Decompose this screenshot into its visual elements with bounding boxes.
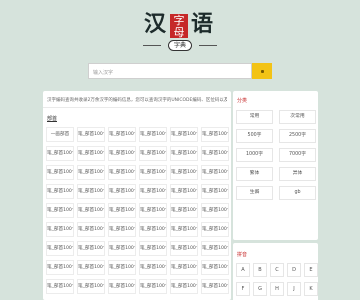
search-icon bbox=[260, 69, 264, 73]
radical-cell[interactable]: 笔_部首100个 bbox=[139, 146, 167, 161]
radical-cell[interactable]: 笔_部首100个 bbox=[139, 222, 167, 237]
radical-cell[interactable]: 笔_部首100个 bbox=[46, 203, 74, 218]
pinyin-letter[interactable]: G bbox=[253, 282, 267, 296]
radical-cell[interactable]: 笔_部首100个 bbox=[201, 127, 229, 142]
intro-text: 汉字编码查询共收录2万余汉字的编码信息，您可以查询汉字的UNICODE编码、区位… bbox=[47, 98, 227, 103]
radical-cell[interactable]: 笔_部首100个 bbox=[201, 184, 229, 199]
site-logo[interactable]: 汉 字母 语 字典 bbox=[141, 8, 219, 54]
radical-cell[interactable]: 笔_部首100个 bbox=[77, 146, 105, 161]
category-button[interactable]: 2500字 bbox=[279, 129, 316, 143]
radical-cell[interactable]: 笔_部首100个 bbox=[170, 127, 198, 142]
radical-cell[interactable]: 笔_部首100个 bbox=[170, 279, 198, 294]
radical-cell[interactable]: 笔_部首100个 bbox=[201, 203, 229, 218]
pinyin-grid: ABCDE FGHJK bbox=[236, 263, 318, 296]
logo-char-3: 语 bbox=[191, 11, 214, 37]
radical-cell[interactable]: 笔_部首100个 bbox=[201, 241, 229, 256]
pinyin-letter[interactable]: J bbox=[287, 282, 301, 296]
radical-cell[interactable]: 笔_部首100个 bbox=[108, 184, 136, 199]
category-button[interactable]: 次常用 bbox=[279, 110, 316, 124]
radical-cell[interactable]: 笔_部首100个 bbox=[46, 260, 74, 275]
pinyin-letter[interactable]: C bbox=[270, 263, 284, 277]
category-button[interactable]: 1000字 bbox=[236, 148, 273, 162]
radical-cell[interactable]: 笔_部首100个 bbox=[170, 146, 198, 161]
category-button[interactable]: 500字 bbox=[236, 129, 273, 143]
radical-cell[interactable]: 笔_部首100个 bbox=[77, 184, 105, 199]
search-input[interactable]: 输入汉字 bbox=[88, 63, 252, 79]
radical-cell[interactable]: 笔_部首100个 bbox=[46, 241, 74, 256]
category-button[interactable]: 常用 bbox=[236, 110, 273, 124]
radical-cell[interactable]: 笔_部首100个 bbox=[139, 184, 167, 199]
category-grid: 常用 次常用 500字 2500字 1000字 7000字 繁体 异体 生僻 gb bbox=[236, 110, 316, 200]
pinyin-letter[interactable]: E bbox=[304, 263, 318, 277]
logo-rule-right bbox=[199, 45, 217, 46]
radical-cell[interactable]: 笔_部首100个 bbox=[170, 203, 198, 218]
radical-cell[interactable]: 笔_部首100个 bbox=[170, 184, 198, 199]
category-button[interactable]: 繁体 bbox=[236, 167, 273, 181]
category-button[interactable]: gb bbox=[279, 186, 316, 200]
radical-cell[interactable]: 笔_部首100个 bbox=[139, 127, 167, 142]
pinyin-letter[interactable]: A bbox=[236, 263, 250, 277]
radical-cell[interactable]: 笔_部首100个 bbox=[108, 260, 136, 275]
radical-cell[interactable]: 笔_部首100个 bbox=[139, 279, 167, 294]
radical-cell[interactable]: 笔_部首100个 bbox=[108, 127, 136, 142]
radical-cell[interactable]: 笔_部首100个 bbox=[46, 279, 74, 294]
pinyin-letter[interactable]: F bbox=[236, 282, 250, 296]
radical-cell[interactable]: 笔_部首100个 bbox=[139, 165, 167, 180]
radical-cell[interactable]: 笔_部首100个 bbox=[170, 165, 198, 180]
radical-cell[interactable]: 一画部首 bbox=[46, 127, 74, 142]
logo-rule-left bbox=[143, 45, 161, 46]
radical-cell[interactable]: 笔_部首100个 bbox=[108, 241, 136, 256]
category-button[interactable]: 生僻 bbox=[236, 186, 273, 200]
radical-cell[interactable]: 笔_部首100个 bbox=[108, 165, 136, 180]
radical-cell[interactable]: 笔_部首100个 bbox=[77, 241, 105, 256]
main-panel: 汉字编码查询共收录2万余汉字的编码信息，您可以查询汉字的UNICODE编码、区位… bbox=[43, 91, 231, 300]
radical-cell[interactable]: 笔_部首100个 bbox=[201, 260, 229, 275]
search-button[interactable] bbox=[252, 63, 272, 79]
pinyin-letter[interactable]: H bbox=[270, 282, 284, 296]
radical-cell[interactable]: 笔_部首100个 bbox=[170, 222, 198, 237]
radical-cell[interactable]: 笔_部首100个 bbox=[139, 241, 167, 256]
radical-cell[interactable]: 笔_部首100个 bbox=[46, 222, 74, 237]
pinyin-letter[interactable]: K bbox=[304, 282, 318, 296]
radical-cell[interactable]: 笔_部首100个 bbox=[46, 184, 74, 199]
radical-cell[interactable]: 笔_部首100个 bbox=[108, 222, 136, 237]
pinyin-title: 拼音 bbox=[237, 252, 248, 258]
category-button[interactable]: 7000字 bbox=[279, 148, 316, 162]
radical-cell[interactable]: 笔_部首100个 bbox=[77, 222, 105, 237]
category-button[interactable]: 异体 bbox=[279, 167, 316, 181]
radical-cell[interactable]: 笔_部首100个 bbox=[108, 146, 136, 161]
logo-pill: 字典 bbox=[168, 40, 192, 51]
radical-cell[interactable]: 笔_部首100个 bbox=[170, 241, 198, 256]
radical-cell[interactable]: 笔_部首100个 bbox=[77, 279, 105, 294]
pinyin-letter[interactable]: B bbox=[253, 263, 267, 277]
radical-cell[interactable]: 笔_部首100个 bbox=[46, 165, 74, 180]
radical-cell[interactable]: 笔_部首100个 bbox=[77, 165, 105, 180]
logo-seal: 字母 bbox=[170, 14, 188, 39]
radical-cell[interactable]: 笔_部首100个 bbox=[108, 203, 136, 218]
radical-cell[interactable]: 笔_部首100个 bbox=[201, 165, 229, 180]
radical-cell[interactable]: 笔_部首100个 bbox=[170, 260, 198, 275]
radical-cell[interactable]: 笔_部首100个 bbox=[108, 279, 136, 294]
section-underline bbox=[47, 121, 57, 122]
divider bbox=[43, 107, 231, 108]
radical-cell[interactable]: 笔_部首100个 bbox=[139, 203, 167, 218]
radical-cell[interactable]: 笔_部首100个 bbox=[201, 146, 229, 161]
radical-cell[interactable]: 笔_部首100个 bbox=[139, 260, 167, 275]
radical-cell[interactable]: 笔_部首100个 bbox=[77, 127, 105, 142]
pinyin-letter[interactable]: D bbox=[287, 263, 301, 277]
radical-cell[interactable]: 笔_部首100个 bbox=[201, 279, 229, 294]
search-bar: 输入汉字 bbox=[88, 63, 272, 79]
radical-cell[interactable]: 笔_部首100个 bbox=[77, 203, 105, 218]
category-panel: 分类 常用 次常用 500字 2500字 1000字 7000字 繁体 异体 生僻 gb bbox=[233, 91, 318, 240]
radical-grid: 一画部首 笔_部首100个 笔_部首100个 笔_部首100个 笔_部首100个 笔_部首… bbox=[46, 127, 229, 294]
radical-cell[interactable]: 笔_部首100个 bbox=[46, 146, 74, 161]
logo-char-1: 汉 bbox=[144, 11, 167, 37]
category-title: 分类 bbox=[237, 98, 248, 104]
radical-cell[interactable]: 笔_部首100个 bbox=[77, 260, 105, 275]
radical-cell[interactable]: 笔_部首100个 bbox=[201, 222, 229, 237]
pinyin-panel: 拼音 ABCDE FGHJK bbox=[233, 243, 318, 300]
